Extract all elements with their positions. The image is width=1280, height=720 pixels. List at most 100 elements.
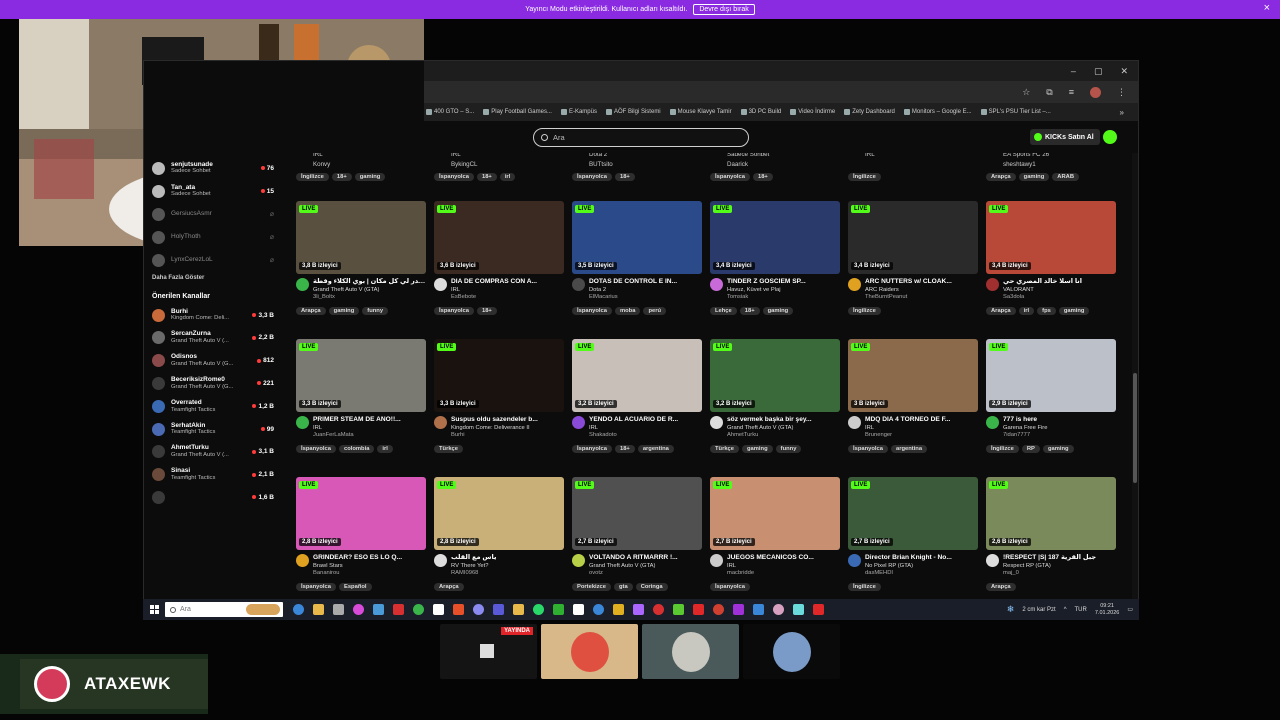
stream-thumbnail[interactable]: LIVE 3,3 B izleyici <box>434 339 564 412</box>
clock[interactable]: 09:21 7.01.2026 <box>1095 603 1119 617</box>
streamer-avatar[interactable] <box>710 554 723 567</box>
tag-chip[interactable]: Coringa <box>635 582 668 591</box>
taskbar-app-icon[interactable] <box>813 604 824 615</box>
sidebar-recommended-channel[interactable]: Burhi Kingdom Come: Deli... 3,3 B <box>152 305 274 325</box>
close-icon[interactable]: × <box>1264 2 1270 14</box>
taskbar-app-icon[interactable] <box>413 604 424 615</box>
stream-card[interactable]: LIVE 2,7 B izleyici Director Brian Knight … <box>848 477 978 591</box>
bookmark-item[interactable]: E-Kampüs <box>560 109 597 115</box>
stream-category[interactable]: Grand Theft Auto V (GTA) <box>589 563 702 571</box>
tag-chip[interactable]: 18+ <box>476 173 497 181</box>
stream-category[interactable]: Dota 2 <box>589 287 702 295</box>
streamer-name[interactable]: Sa3dola <box>1003 294 1116 302</box>
stream-thumbnail[interactable]: LIVE 2,9 B izleyici <box>986 339 1116 412</box>
stream-title[interactable]: Director Brian Knight - No... <box>865 554 978 563</box>
stream-thumbnail[interactable]: LIVE 3,6 B izleyici <box>434 201 564 274</box>
tag-chip[interactable]: argentina <box>637 444 674 453</box>
bookmark-item[interactable]: 400 GTO – S... <box>426 109 474 115</box>
taskbar-app-icon[interactable] <box>553 604 564 615</box>
stream-thumbnail[interactable]: LIVE 2,7 B izleyici <box>572 477 702 550</box>
taskbar-app-icon[interactable] <box>613 604 624 615</box>
stream-category[interactable]: IRL <box>865 425 978 433</box>
tag-chip[interactable]: irl <box>377 444 393 453</box>
stream-category[interactable]: IRL <box>727 563 840 571</box>
sidebar-followed-channel[interactable]: LynxCerezLoL ⌀ <box>152 250 274 270</box>
tag-chip[interactable]: İngilizce <box>848 173 881 181</box>
bookmark-item[interactable]: 3D PC Build <box>740 109 781 115</box>
tag-chip[interactable]: Lehçe <box>710 306 737 315</box>
tag-chip[interactable]: Arapça <box>986 173 1016 181</box>
tag-chip[interactable]: İngilizce <box>848 306 881 315</box>
tag-chip[interactable]: İspanyolca <box>848 444 888 453</box>
streamer-avatar[interactable] <box>710 416 723 429</box>
notifications-icon[interactable]: ▭ <box>1127 606 1133 613</box>
sidebar-recommended-channel[interactable]: 1,6 B <box>152 487 274 507</box>
stream-thumbnail[interactable]: LIVE 2,7 B izleyici <box>710 477 840 550</box>
taskbar-app-icon[interactable] <box>753 604 764 615</box>
tag-chip[interactable]: 18+ <box>752 173 773 181</box>
sidebar-recommended-channel[interactable]: Odisnos Grand Theft Auto V (G... 812 <box>152 351 274 371</box>
taskbar-app-icon[interactable] <box>293 604 304 615</box>
tag-chip[interactable]: gaming <box>1042 444 1074 453</box>
scrollbar-thumb[interactable] <box>1133 373 1137 483</box>
stream-title[interactable]: söz vermek başka bir şey... <box>727 416 840 425</box>
taskbar-app-icon[interactable] <box>313 604 324 615</box>
stream-title[interactable]: TINDER Z GOŚCIEM SP... <box>727 278 840 287</box>
tag-chip[interactable]: argentina <box>890 444 928 453</box>
taskbar-app-icon[interactable] <box>493 604 504 615</box>
taskbar-app-icon[interactable] <box>513 604 524 615</box>
taskbar-app-icon[interactable] <box>733 604 744 615</box>
streamer-name[interactable]: macbridde <box>727 570 840 578</box>
stream-card[interactable]: LIVE 2,7 B izleyici VOLTANDO A RITMARRR !.… <box>572 477 702 591</box>
start-button[interactable] <box>143 605 165 614</box>
star-icon[interactable]: ☆ <box>1022 87 1030 98</box>
profile-avatar[interactable] <box>1090 86 1101 98</box>
stream-title[interactable]: DOTAS DE CONTROL E IN... <box>589 278 702 287</box>
tag-chip[interactable]: Arapça <box>434 582 464 591</box>
tag-chip[interactable]: İspanyolca <box>434 306 474 315</box>
tag-chip[interactable]: İspanyolca <box>434 173 474 181</box>
stream-category[interactable]: IRL <box>589 425 702 433</box>
stream-thumbnail[interactable]: LIVE 3,4 B izleyici <box>710 201 840 274</box>
taskbar-app-icon[interactable] <box>593 604 604 615</box>
stream-card[interactable]: LIVE 2,8 B izleyici GRINDEAR? ESO ES LO Q.… <box>296 477 426 591</box>
menu-icon[interactable]: ⋮ <box>1117 87 1126 98</box>
taskbar-app-icon[interactable] <box>573 604 584 615</box>
weather-text[interactable]: 2 cm kar Pzt <box>1022 607 1055 613</box>
taskbar-app-icon[interactable] <box>713 604 724 615</box>
disable-streamer-mode-button[interactable]: Devre dışı bırak <box>693 4 755 15</box>
streamer-name[interactable]: Tomsiak <box>727 294 840 302</box>
tag-chip[interactable]: Türkçe <box>710 444 740 453</box>
taskbar-app-icon[interactable] <box>433 604 444 615</box>
buy-kicks-button[interactable]: KICKs Satın Al <box>1030 129 1100 145</box>
streamer-name[interactable]: Shakadoto <box>589 432 702 440</box>
tag-chip[interactable]: gaming <box>1058 306 1090 315</box>
show-more-link[interactable]: Daha Fazla Göster <box>152 275 204 281</box>
stream-title[interactable]: VOLTANDO A RITMARRR !... <box>589 554 702 563</box>
stream-card[interactable]: LIVE 3 B izleyici MDQ DIA 4 TORNEO DE F...… <box>848 339 978 453</box>
streamer-avatar[interactable] <box>848 416 861 429</box>
stream-category[interactable]: ARC Raiders <box>865 287 978 295</box>
sidebar-followed-channel[interactable]: senjutsunade Sadece Sohbet 76 <box>152 158 274 178</box>
tag-chip[interactable]: İspanyolca <box>572 444 612 453</box>
sidebar-followed-channel[interactable]: GersiucsAsmr ⌀ <box>152 204 274 224</box>
sidebar-recommended-channel[interactable]: Overrated Teamfight Tactics 1,2 B <box>152 396 274 416</box>
tag-chip[interactable]: İngilizce <box>986 444 1019 453</box>
tag-chip[interactable]: funny <box>362 306 389 315</box>
stream-card[interactable]: LIVE 3,2 B izleyici YENDO AL ACUARIO DE R.… <box>572 339 702 453</box>
streamer-avatar[interactable] <box>434 416 447 429</box>
stream-thumbnail[interactable]: LIVE 3,5 B izleyici <box>572 201 702 274</box>
taskbar-app-icon[interactable] <box>333 604 344 615</box>
tag-chip[interactable]: 18+ <box>476 306 497 315</box>
tag-chip[interactable]: funny <box>775 444 802 453</box>
taskbar-app-icon[interactable] <box>473 604 484 615</box>
tag-chip[interactable]: gaming <box>1018 173 1050 181</box>
tag-chip[interactable]: İspanyolca <box>572 173 612 181</box>
streamer-avatar[interactable] <box>572 554 585 567</box>
stream-title[interactable]: GRINDEAR? ESO ES LO Q... <box>313 554 426 563</box>
taskbar-app-icon[interactable] <box>693 604 704 615</box>
tag-chip[interactable]: Arapça <box>986 582 1016 591</box>
streamer-name[interactable]: ovotz <box>589 570 702 578</box>
stream-title[interactable]: الحدر لي كل مكان | بوي الكلاء وقطة <box>313 278 426 287</box>
streamer-avatar[interactable] <box>296 416 309 429</box>
